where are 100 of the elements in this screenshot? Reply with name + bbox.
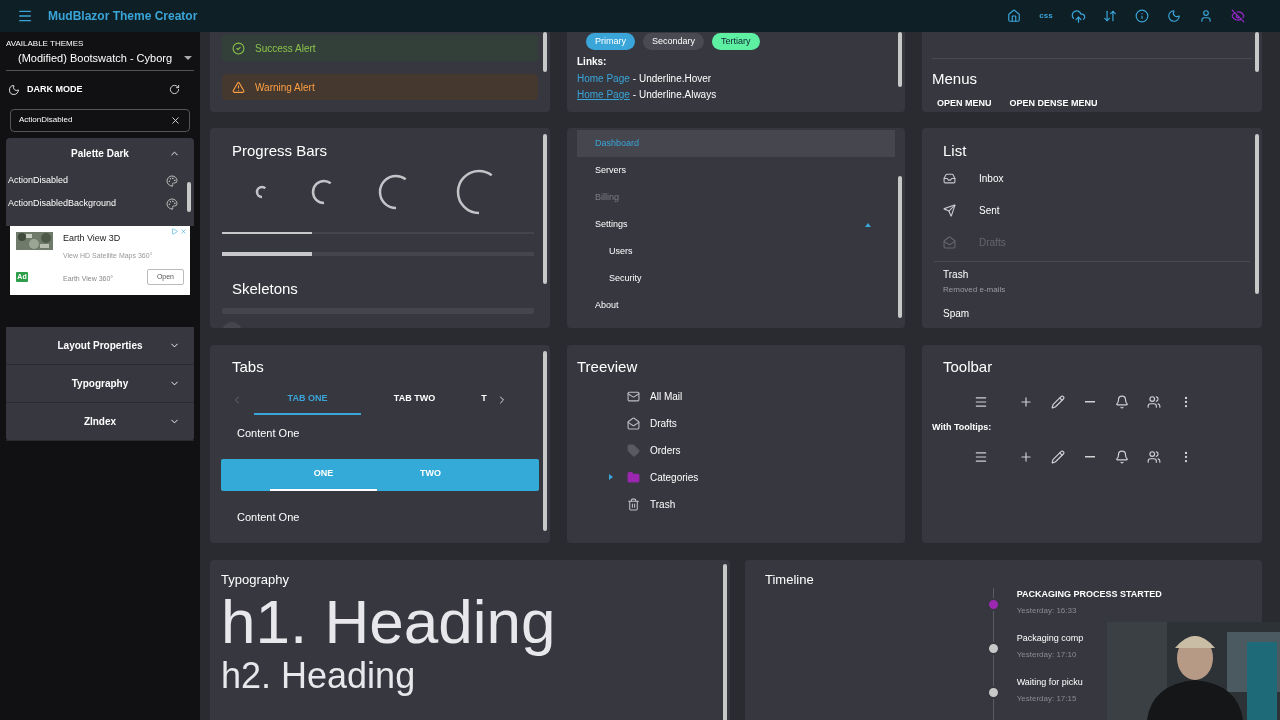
scrollbar[interactable] bbox=[543, 351, 547, 531]
nav-item[interactable]: Settings bbox=[577, 211, 895, 238]
refresh-icon bbox=[169, 84, 180, 95]
scrollbar[interactable] bbox=[543, 32, 547, 72]
people-icon bbox=[1147, 394, 1161, 409]
bell-icon bbox=[1115, 450, 1129, 464]
tab[interactable]: TAB ONE bbox=[254, 384, 361, 415]
h2-heading: h2. Heading bbox=[221, 655, 416, 696]
scrollbar[interactable] bbox=[1255, 32, 1259, 72]
check-circle-icon bbox=[232, 41, 245, 55]
caret-up-icon bbox=[865, 222, 871, 227]
list-item[interactable]: Sent bbox=[932, 194, 1252, 227]
timeline-item-title: PACKAGING PROCESS STARTED bbox=[1016, 588, 1162, 601]
color-picker-button[interactable] bbox=[166, 175, 178, 187]
panel-header[interactable]: Typography bbox=[6, 364, 194, 403]
success-alert: Success Alert bbox=[222, 35, 538, 61]
inbox-icon bbox=[943, 172, 956, 185]
menu-button[interactable]: OPEN DENSE MENU bbox=[1004, 94, 1103, 112]
home-icon bbox=[1007, 9, 1021, 23]
info-icon bbox=[1135, 9, 1149, 23]
ad-choices-icon bbox=[171, 227, 178, 235]
tree-item[interactable]: Drafts bbox=[577, 409, 895, 437]
palette-panel-header[interactable]: Palette Dark bbox=[6, 137, 194, 170]
trash-icon bbox=[627, 497, 640, 511]
reset-button[interactable] bbox=[169, 84, 180, 95]
tabs-title: Tabs bbox=[232, 357, 265, 377]
links-label: Links: bbox=[577, 55, 608, 69]
moon-icon bbox=[1167, 9, 1181, 23]
home-page-link[interactable]: Home Page bbox=[577, 72, 630, 85]
dropdown-icon bbox=[184, 56, 192, 61]
scrollbar[interactable] bbox=[898, 176, 902, 318]
list-title: List bbox=[943, 141, 968, 161]
warning-alert: Warning Alert bbox=[222, 74, 538, 100]
envelope-icon bbox=[943, 236, 956, 249]
scrollbar[interactable] bbox=[898, 32, 902, 87]
search-field[interactable]: ActionDisabled bbox=[10, 108, 190, 132]
tab-content: Content One bbox=[237, 510, 301, 525]
minus-icon bbox=[1085, 456, 1095, 458]
warning-icon bbox=[232, 80, 245, 94]
nav-item[interactable]: About bbox=[577, 292, 895, 319]
scrollbar[interactable] bbox=[1255, 134, 1259, 294]
close-icon bbox=[180, 227, 187, 235]
tag-icon bbox=[627, 443, 640, 457]
eye-off-icon bbox=[1231, 9, 1245, 23]
home-page-link[interactable]: Home Page bbox=[577, 88, 630, 101]
scrollbar[interactable] bbox=[723, 564, 727, 720]
pencil-icon bbox=[1051, 450, 1065, 464]
plus-icon bbox=[1019, 450, 1033, 464]
list-item[interactable]: Trash Removed e-mails bbox=[932, 261, 1252, 302]
tab[interactable]: TAB TWO bbox=[361, 384, 468, 415]
color-picker-button[interactable] bbox=[166, 198, 178, 210]
chip[interactable]: Secondary bbox=[643, 33, 705, 50]
menu-icon bbox=[974, 394, 988, 409]
timeline-item-title: Packaging comp bbox=[1016, 632, 1084, 645]
typography-title: Typography bbox=[221, 571, 290, 589]
timeline-item-time: Yesterday: 16:33 bbox=[1016, 604, 1078, 617]
theme-select[interactable]: (Modified) Bootswatch - Cyborg bbox=[6, 50, 194, 71]
progress-title: Progress Bars bbox=[232, 141, 329, 161]
timeline-item-time: Yesterday: 17:15 bbox=[1016, 692, 1078, 705]
nav-item[interactable]: Security bbox=[577, 265, 895, 292]
menus-title: Menus bbox=[932, 69, 979, 89]
list-item[interactable]: Inbox bbox=[932, 162, 1252, 195]
tree-item[interactable]: Categories bbox=[577, 463, 895, 491]
tree-item[interactable]: Trash bbox=[577, 490, 895, 518]
arrows-icon bbox=[1103, 9, 1117, 23]
spinner-icon bbox=[255, 184, 269, 199]
menu-button[interactable]: OPEN MENU bbox=[932, 94, 997, 112]
palette-item-label: ActionDisabled bbox=[8, 174, 69, 188]
link-description: - Underline.Always bbox=[632, 88, 717, 101]
scrollbar[interactable] bbox=[543, 134, 547, 284]
people-icon bbox=[1147, 450, 1161, 464]
timeline-item-title: Waiting for picku bbox=[1016, 676, 1083, 689]
menu-icon bbox=[974, 450, 988, 464]
tab[interactable]: T bbox=[474, 384, 494, 415]
treeview-title: Treeview bbox=[577, 357, 639, 377]
ad-title: Earth View 3D bbox=[63, 231, 122, 245]
list-item[interactable]: Spam bbox=[932, 301, 1252, 326]
scrollbar[interactable] bbox=[187, 181, 191, 212]
nav-item[interactable]: Dashboard bbox=[577, 130, 895, 157]
mail-icon bbox=[627, 389, 640, 403]
tree-item[interactable]: All Mail bbox=[577, 382, 895, 410]
palette-icon bbox=[166, 198, 178, 210]
tree-item[interactable]: Orders bbox=[577, 436, 895, 464]
toolbar-title: Toolbar bbox=[943, 357, 994, 377]
dark-mode-toggle[interactable]: DARK MODE bbox=[27, 82, 83, 97]
cloud-upload-icon bbox=[1070, 8, 1086, 24]
timeline-title: Timeline bbox=[765, 571, 814, 589]
chip[interactable]: Tertiary bbox=[712, 33, 760, 50]
moon-icon bbox=[8, 83, 20, 96]
tab-content: Content One bbox=[237, 425, 301, 441]
css-button[interactable]: css bbox=[1036, 10, 1056, 22]
timeline-item-time: Yesterday: 17:10 bbox=[1016, 648, 1078, 661]
panel-header[interactable]: ZIndex bbox=[6, 402, 194, 441]
nav-item[interactable]: Servers bbox=[577, 157, 895, 184]
link-description: - Underline.Hover bbox=[632, 72, 712, 85]
panel-header[interactable]: Layout Properties bbox=[6, 326, 194, 365]
tooltips-label: With Tooltips: bbox=[932, 420, 993, 434]
minus-icon bbox=[1085, 400, 1095, 403]
send-icon bbox=[943, 204, 956, 217]
nav-item[interactable]: Users bbox=[577, 238, 895, 265]
